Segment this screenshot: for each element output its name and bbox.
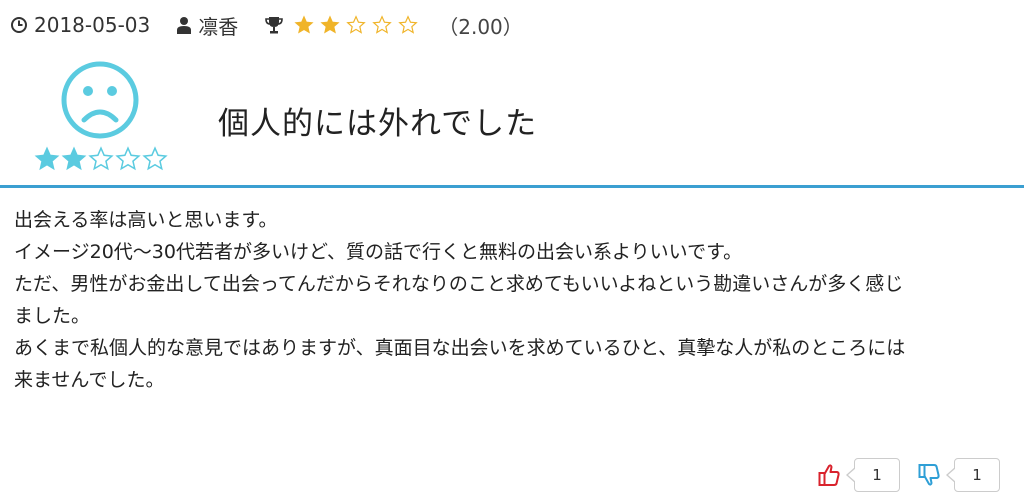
user-icon [177,17,192,34]
vote-down: 1 [918,458,1000,492]
date-group: 2018-05-03 [10,13,150,37]
thumbs-up-icon[interactable] [818,463,840,487]
rating-score: （2.00） [438,14,523,39]
divider [0,185,1024,188]
downvote-count: 1 [946,458,1000,492]
star-filled-icon [34,146,60,171]
star-empty-icon [346,15,366,34]
star-empty-icon [88,146,114,171]
star-filled-icon [61,146,87,171]
thumbs-down-icon[interactable] [918,463,940,487]
review-date: 2018-05-03 [34,13,151,37]
review-body-line: あくまで私個人的な意見ではありますが、真面目な出会いを求めているひと、真摯な人が… [14,337,906,359]
author-group: 凛香 [176,11,238,40]
review-body-line: 来ませんでした。 [14,369,165,391]
star-empty-icon [142,146,168,171]
review-body-line: ました。 [14,305,91,327]
review-body-line: 出会える率は高いと思います。 [14,209,278,231]
star-empty-icon [115,146,141,171]
review-body-line: ただ、男性がお金出して出会ってんだからそれなりのこと求めてもいいよねという勘違い… [14,273,904,295]
star-empty-icon [398,15,418,34]
face-star-rating [34,146,169,172]
upvote-count: 1 [846,458,900,492]
star-filled-icon [320,15,340,34]
star-empty-icon [372,15,392,34]
sad-face-icon [61,61,139,139]
rating-group: （2.00） [264,11,523,40]
clock-icon [11,17,27,33]
vote-up: 1 [818,458,900,492]
review-body-line: イメージ20代〜30代若者が多いけど、質の話で行くと無料の出会い系よりいいです。 [14,241,743,263]
review-author: 凛香 [198,14,239,39]
review-title: 個人的には外れでした [218,106,538,142]
star-filled-icon [294,15,314,34]
meta-star-rating [294,15,424,35]
trophy-icon [265,17,284,34]
vote-bar: 1 1 [800,458,1000,492]
review-meta: 2018-05-03 凛香 （2.00） [10,8,523,42]
review-body: 出会える率は高いと思います。 イメージ20代〜30代若者が多いけど、質の話で行く… [14,204,1014,396]
